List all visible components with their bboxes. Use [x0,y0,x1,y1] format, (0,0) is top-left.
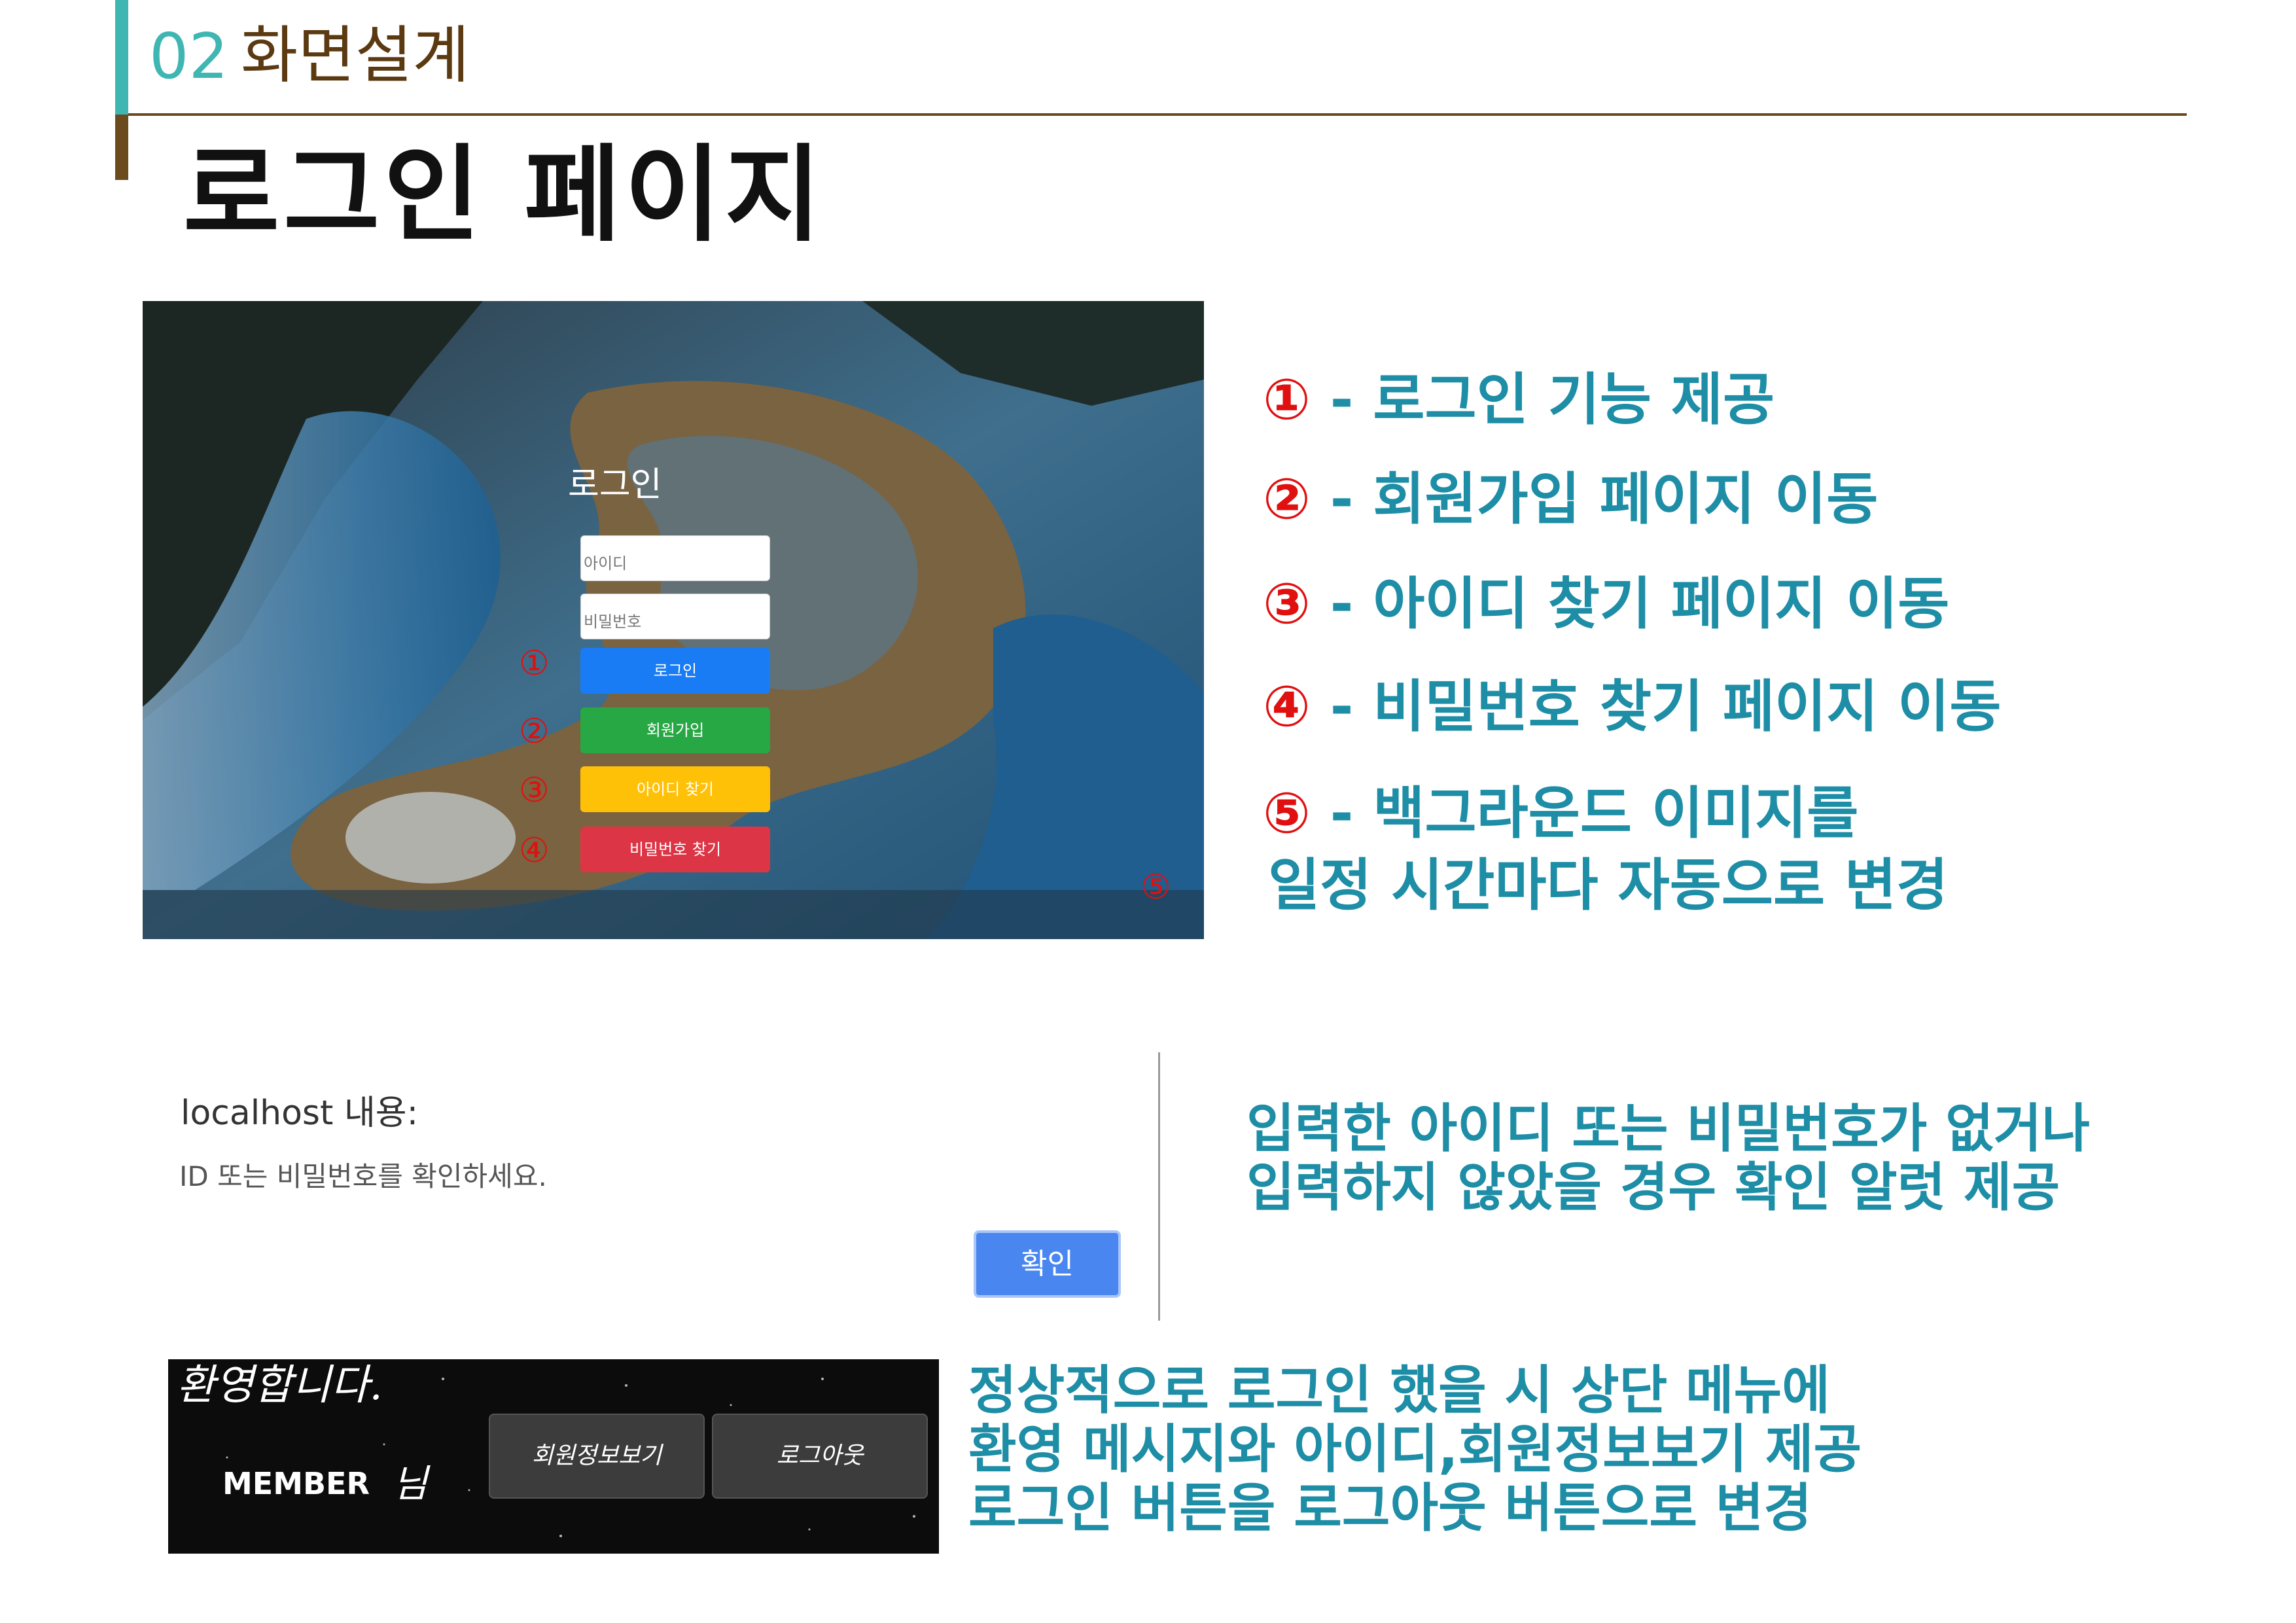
alert-ok-button[interactable]: 확인 [974,1230,1121,1298]
marker-3: ③ [519,771,550,810]
legend-item-2: ② - 회원가입 페이지 이동 [1263,467,1879,532]
welcome-description-line-1: 정상적으로 로그인 했을 시 상단 메뉴에 [968,1360,1830,1421]
marker-2: ② [519,712,550,751]
alert-message: ID 또는 비밀번호를 확인하세요. [179,1160,547,1192]
welcome-greeting: 환영합니다. [177,1361,383,1410]
marker-1: ① [519,644,550,683]
legend-item-1: ① - 로그인 기능 제공 [1263,367,1775,433]
page-title: 로그인 페이지 [183,134,825,256]
login-page-screenshot: 로그인 아이디 비밀번호 로그인 회원가입 아이디 찾기 비밀번호 찾기 ① ②… [143,301,1204,939]
find-password-button[interactable]: 비밀번호 찾기 [580,827,770,872]
legend-item-5: ⑤ - 백그라운드 이미지를 [1263,781,1859,846]
legend-item-3: ③ - 아이디 찾기 페이지 이동 [1263,571,1950,637]
logout-button[interactable]: 로그아웃 [712,1414,928,1499]
login-form-title: 로그인 [568,465,662,505]
header-divider [128,113,2187,116]
alert-divider [1158,1052,1160,1321]
login-button[interactable]: 로그인 [580,648,770,694]
header-accent-bar-dark [115,115,128,180]
id-input[interactable]: 아이디 [580,535,770,581]
signup-button[interactable]: 회원가입 [580,707,770,753]
password-input[interactable]: 비밀번호 [580,594,770,639]
section-number: 02 [149,21,228,93]
header-accent-bar [115,0,128,115]
section-title: 화면설계 [241,20,470,92]
member-honorific: 님 [393,1461,428,1506]
marker-5: ⑤ [1140,868,1171,907]
welcome-description-line-2: 환영 메시지와 아이디,회원정보보기 제공 [968,1419,1862,1480]
find-id-button[interactable]: 아이디 찾기 [580,766,770,812]
legend-item-4: ④ - 비밀번호 찾기 페이지 이동 [1263,674,2002,740]
alert-title: localhost 내용: [181,1094,419,1133]
member-info-button[interactable]: 회원정보보기 [489,1414,705,1499]
alert-description-line-2: 입력하지 않았을 경우 확인 알럿 제공 [1246,1157,2060,1218]
marker-4: ④ [519,831,550,870]
alert-description-line-1: 입력한 아이디 또는 비밀번호가 없거나 [1246,1098,2091,1159]
member-id: MEMBER [222,1466,370,1501]
legend-item-5-continuation: 일정 시간마다 자동으로 변경 [1268,853,1949,918]
welcome-description-line-3: 로그인 버튼을 로그아웃 버튼으로 변경 [968,1478,1812,1539]
